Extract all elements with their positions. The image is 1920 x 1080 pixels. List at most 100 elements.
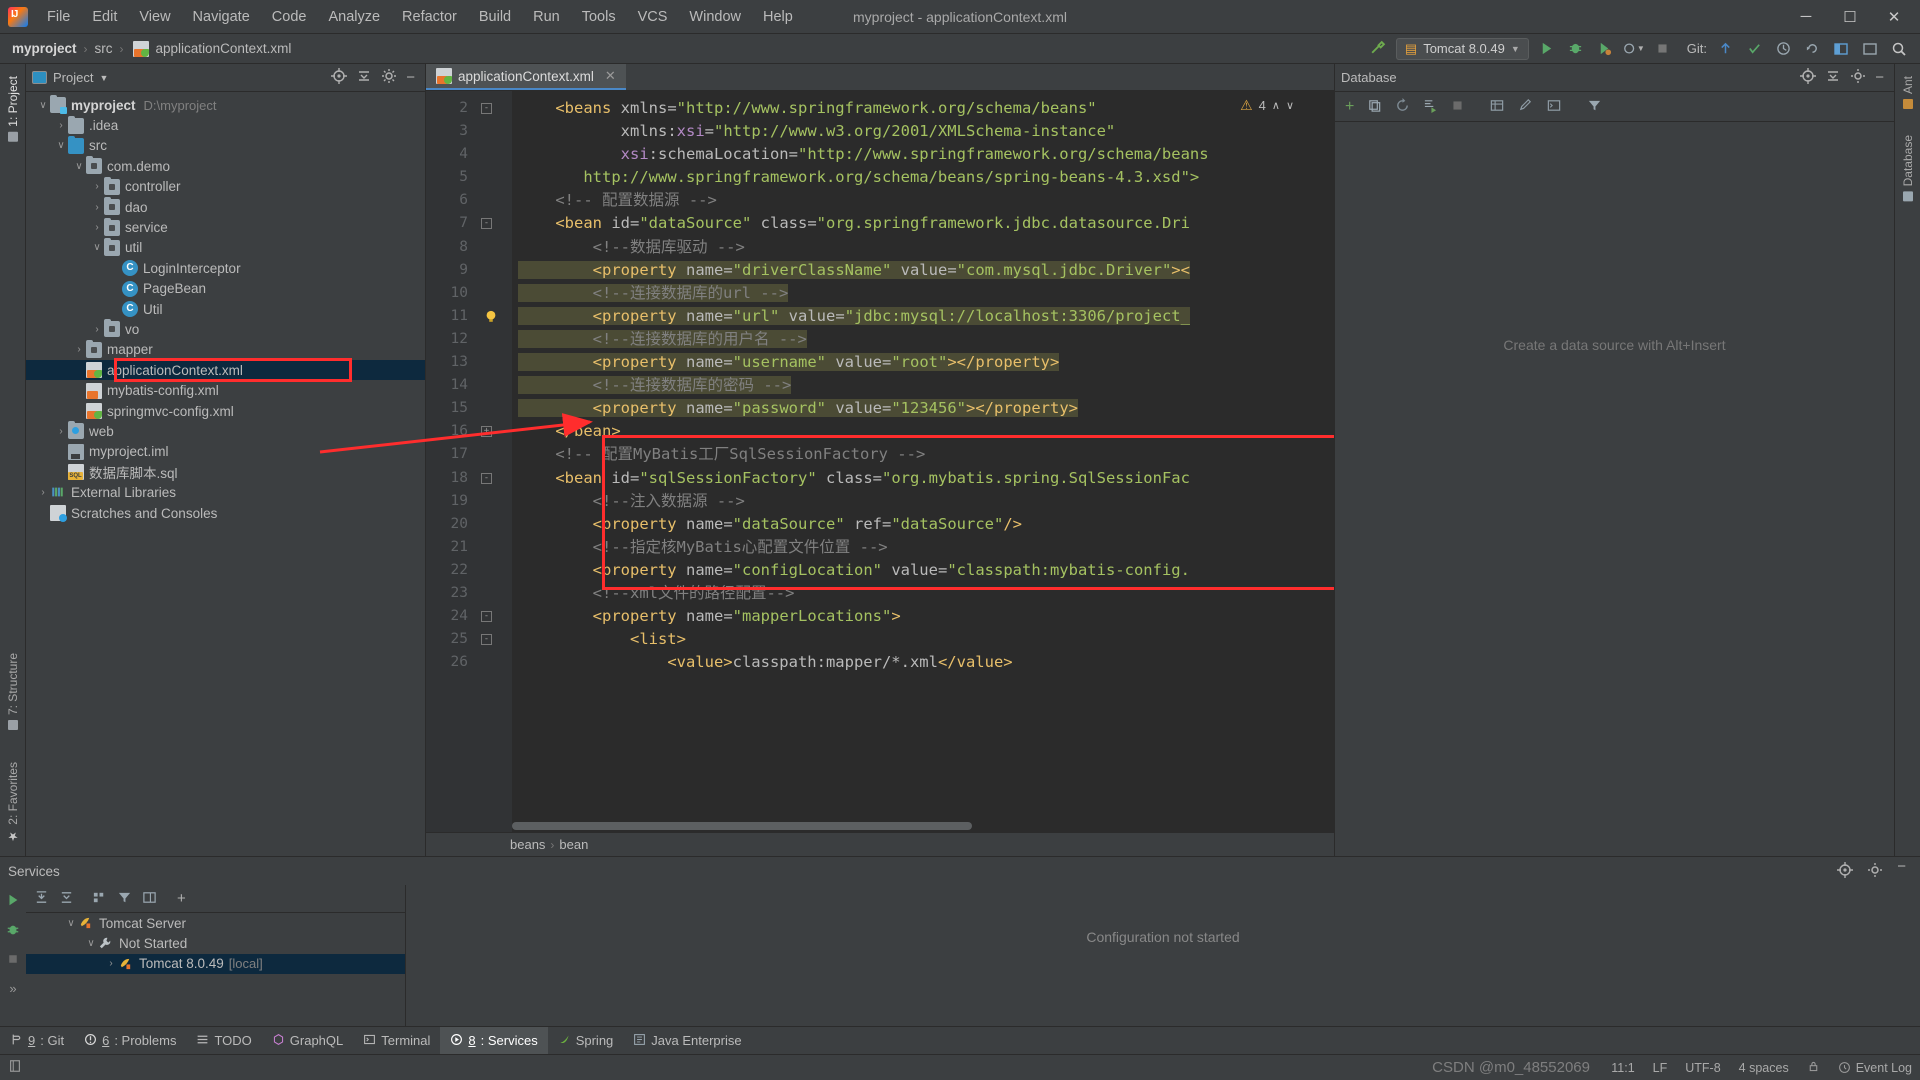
project-tree-item[interactable]: ∨src bbox=[26, 136, 425, 156]
code-line[interactable]: http://www.springframework.org/schema/be… bbox=[512, 166, 1334, 189]
line-separator[interactable]: LF bbox=[1653, 1061, 1668, 1075]
project-tree-item[interactable]: applicationContext.xml bbox=[26, 360, 425, 380]
open-settings-icon[interactable] bbox=[1830, 38, 1852, 60]
gutter-line-number[interactable]: 24- bbox=[426, 605, 512, 628]
gutter-line-number[interactable]: 21 bbox=[426, 536, 512, 559]
gutter-line-number[interactable]: 26 bbox=[426, 651, 512, 674]
code-line[interactable]: <property name="url" value="jdbc:mysql:/… bbox=[512, 305, 1334, 328]
project-tree-item[interactable]: myproject.iml bbox=[26, 442, 425, 462]
code-line[interactable]: <!--数据库驱动 --> bbox=[512, 236, 1334, 259]
run-with-coverage-button[interactable] bbox=[1594, 38, 1616, 60]
bottom-tab-problems[interactable]: 6: Problems bbox=[74, 1027, 186, 1054]
services-tree-item[interactable]: ∨Tomcat Server bbox=[26, 913, 405, 933]
gutter-line-number[interactable]: 4 bbox=[426, 143, 512, 166]
scroll-from-source-icon[interactable] bbox=[1837, 862, 1853, 881]
project-tree-item[interactable]: CPageBean bbox=[26, 279, 425, 299]
group-icon[interactable] bbox=[92, 890, 107, 908]
project-tree-item[interactable]: ›controller bbox=[26, 177, 425, 197]
add-icon[interactable]: + bbox=[1345, 98, 1354, 116]
file-encoding[interactable]: UTF-8 bbox=[1685, 1061, 1720, 1075]
gutter-line-number[interactable]: 14 bbox=[426, 374, 512, 397]
event-log-button[interactable]: Event Log bbox=[1838, 1061, 1912, 1075]
code-line[interactable]: <!--xml文件的路径配置--> bbox=[512, 582, 1334, 605]
caret-position[interactable]: 11:1 bbox=[1611, 1061, 1634, 1075]
lock-icon[interactable] bbox=[1807, 1060, 1820, 1076]
project-tree-item[interactable]: ›External Libraries bbox=[26, 482, 425, 502]
run-icon[interactable] bbox=[6, 893, 20, 910]
gear-icon[interactable] bbox=[1867, 862, 1883, 881]
indent-setting[interactable]: 4 spaces bbox=[1739, 1061, 1789, 1075]
git-commit-icon[interactable] bbox=[1743, 38, 1765, 60]
code-line[interactable]: xmlns:xsi="http://www.w3.org/2001/XMLSch… bbox=[512, 120, 1334, 143]
add-icon[interactable]: + bbox=[177, 890, 186, 907]
profile-button[interactable]: ▼ bbox=[1623, 38, 1645, 60]
code-line[interactable]: <property name="configLocation" value="c… bbox=[512, 559, 1334, 582]
code-line[interactable]: <!-- 配置数据源 --> bbox=[512, 189, 1334, 212]
menu-run[interactable]: Run bbox=[522, 5, 571, 29]
code-line[interactable]: <!--注入数据源 --> bbox=[512, 490, 1334, 513]
close-tab-icon[interactable]: ✕ bbox=[605, 68, 616, 84]
bottom-tab-spring[interactable]: Spring bbox=[548, 1027, 624, 1054]
next-problem-icon[interactable]: ∨ bbox=[1286, 99, 1294, 112]
tool-window-button-favorites[interactable]: ★ 2: Favorites bbox=[4, 756, 22, 850]
layout-icon[interactable] bbox=[142, 890, 157, 908]
menu-analyze[interactable]: Analyze bbox=[317, 5, 391, 29]
hide-panel-icon[interactable]: − bbox=[1897, 862, 1906, 881]
tool-window-button-ant[interactable]: Ant bbox=[1899, 70, 1917, 115]
run-sql-icon[interactable] bbox=[1423, 98, 1438, 116]
minimize-button[interactable]: ─ bbox=[1784, 1, 1828, 33]
menu-tools[interactable]: Tools bbox=[571, 5, 627, 29]
code-line[interactable]: <beans xmlns="http://www.springframework… bbox=[512, 97, 1334, 120]
debug-icon[interactable] bbox=[6, 923, 20, 940]
gutter-line-number[interactable]: 22 bbox=[426, 559, 512, 582]
gutter-line-number[interactable]: 3 bbox=[426, 120, 512, 143]
gutter-line-number[interactable]: 5 bbox=[426, 166, 512, 189]
tree-expand-arrow-icon[interactable]: ∨ bbox=[36, 100, 50, 111]
bottom-tool-window-bar[interactable]: 9: Git6: ProblemsTODOGraphQLTerminal8: S… bbox=[0, 1026, 1920, 1054]
project-tree-item[interactable]: CUtil bbox=[26, 299, 425, 319]
menu-window[interactable]: Window bbox=[678, 5, 752, 29]
menu-edit[interactable]: Edit bbox=[81, 5, 128, 29]
services-tree-item[interactable]: ∨Not Started bbox=[26, 933, 405, 953]
build-hammer-icon[interactable] bbox=[1367, 38, 1389, 60]
editor-tab-applicationcontext[interactable]: applicationContext.xml ✕ bbox=[426, 64, 626, 90]
git-revert-icon[interactable] bbox=[1801, 38, 1823, 60]
code-line[interactable]: <property name="mapperLocations"> bbox=[512, 605, 1334, 628]
maximize-button[interactable]: ☐ bbox=[1828, 1, 1872, 33]
tree-expand-arrow-icon[interactable]: › bbox=[72, 344, 86, 355]
code-line[interactable]: <property name="dataSource" ref="dataSou… bbox=[512, 513, 1334, 536]
gutter-line-number[interactable]: 19 bbox=[426, 490, 512, 513]
breadcrumb-src[interactable]: src bbox=[93, 41, 115, 56]
editor-gutter[interactable]: 2-34567-8910111213141516+1718-1920212223… bbox=[426, 91, 512, 832]
code-fold-icon[interactable]: - bbox=[481, 611, 492, 622]
gutter-line-number[interactable]: 17 bbox=[426, 443, 512, 466]
project-tree-item[interactable]: ›vo bbox=[26, 319, 425, 339]
scroll-from-source-icon[interactable] bbox=[1800, 68, 1816, 87]
layout-icon[interactable] bbox=[1859, 38, 1881, 60]
intention-bulb-icon[interactable] bbox=[484, 309, 498, 325]
tree-expand-arrow-icon[interactable]: › bbox=[104, 958, 118, 969]
code-fold-icon[interactable]: - bbox=[481, 473, 492, 484]
project-tree-item[interactable]: ∨util bbox=[26, 238, 425, 258]
gutter-line-number[interactable]: 18- bbox=[426, 467, 512, 490]
code-fold-icon[interactable]: - bbox=[481, 218, 492, 229]
project-tree-item[interactable]: ›mapper bbox=[26, 340, 425, 360]
code-fold-icon[interactable]: + bbox=[481, 426, 492, 437]
menu-refactor[interactable]: Refactor bbox=[391, 5, 468, 29]
menu-view[interactable]: View bbox=[128, 5, 181, 29]
tree-expand-arrow-icon[interactable]: ∨ bbox=[54, 140, 68, 151]
horizontal-scrollbar[interactable] bbox=[512, 822, 972, 830]
code-text[interactable]: <beans xmlns="http://www.springframework… bbox=[512, 91, 1334, 832]
gutter-line-number[interactable]: 8 bbox=[426, 236, 512, 259]
code-line[interactable]: <bean id="dataSource" class="org.springf… bbox=[512, 212, 1334, 235]
run-configuration-selector[interactable]: ▤ Tomcat 8.0.49 ▼ bbox=[1396, 38, 1529, 60]
tree-expand-arrow-icon[interactable]: › bbox=[90, 202, 104, 213]
git-history-icon[interactable] bbox=[1772, 38, 1794, 60]
services-toolbar[interactable]: + bbox=[26, 885, 405, 913]
breadcrumb-beans[interactable]: beans bbox=[510, 837, 545, 852]
gutter-line-number[interactable]: 6 bbox=[426, 189, 512, 212]
code-viewport[interactable]: 2-34567-8910111213141516+1718-1920212223… bbox=[426, 91, 1334, 832]
code-line[interactable]: xsi:schemaLocation="http://www.springfra… bbox=[512, 143, 1334, 166]
menu-bar[interactable]: File Edit View Navigate Code Analyze Ref… bbox=[36, 5, 804, 29]
code-line[interactable]: </bean> bbox=[512, 420, 1334, 443]
